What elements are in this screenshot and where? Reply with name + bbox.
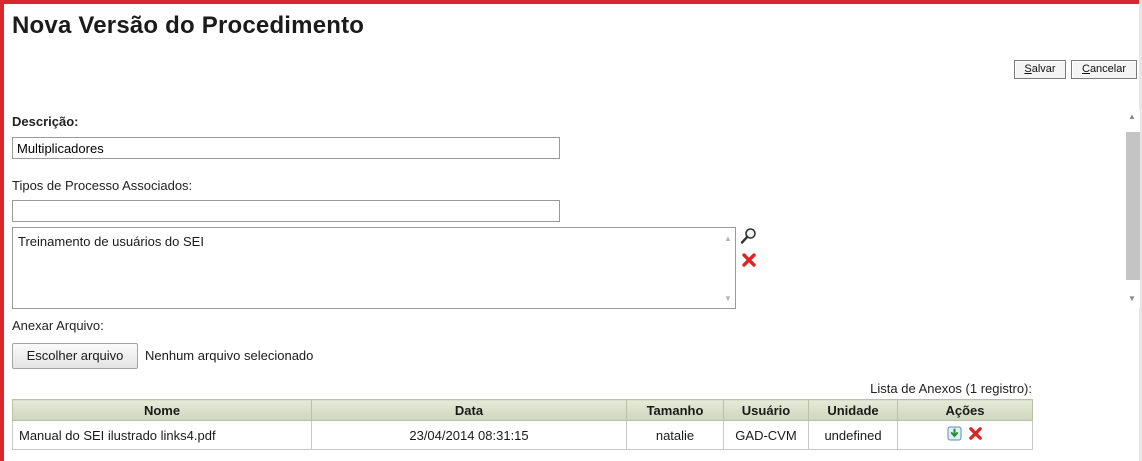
- scroll-down-icon[interactable]: ▼: [1128, 294, 1136, 303]
- column-header-nome[interactable]: Nome: [12, 399, 312, 421]
- process-types-listbox[interactable]: Treinamento de usuários do SEI ▲ ▼: [12, 227, 736, 309]
- column-header-acoes: Ações: [897, 399, 1033, 421]
- cell-unidade: undefined: [808, 420, 898, 450]
- page-scrollbar[interactable]: ▲ ▼: [1124, 110, 1140, 308]
- list-item[interactable]: Treinamento de usuários do SEI: [18, 234, 204, 249]
- attachments-table: Nome Data Tamanho Usuário Unidade Ações …: [12, 399, 1033, 450]
- description-label: Descrição:: [12, 114, 79, 129]
- column-header-usuario[interactable]: Usuário: [723, 399, 809, 421]
- process-types-input[interactable]: [12, 200, 560, 222]
- cell-usuario: GAD-CVM: [723, 420, 809, 450]
- attach-label: Anexar Arquivo:: [12, 318, 104, 333]
- choose-file-button[interactable]: Escolher arquivo: [12, 343, 138, 369]
- column-header-tamanho[interactable]: Tamanho: [626, 399, 724, 421]
- scroll-up-icon[interactable]: ▲: [1128, 112, 1136, 121]
- column-header-unidade[interactable]: Unidade: [808, 399, 898, 421]
- cell-acoes: [897, 420, 1033, 450]
- process-types-label: Tipos de Processo Associados:: [12, 178, 193, 193]
- download-icon[interactable]: [947, 426, 962, 444]
- cell-tamanho: natalie: [626, 420, 724, 450]
- table-row: Manual do SEI ilustrado links4.pdf 23/04…: [12, 420, 1033, 450]
- page-title: Nova Versão do Procedimento: [12, 12, 365, 39]
- scroll-up-icon[interactable]: ▲: [724, 234, 732, 243]
- listbox-scrollbar[interactable]: ▲ ▼: [721, 228, 735, 308]
- table-header-row: Nome Data Tamanho Usuário Unidade Ações: [12, 399, 1033, 421]
- attachments-caption: Lista de Anexos (1 registro):: [870, 381, 1032, 396]
- save-button[interactable]: Salvar: [1014, 60, 1066, 79]
- file-status-text: Nenhum arquivo selecionado: [145, 348, 314, 363]
- scroll-down-icon[interactable]: ▼: [724, 294, 732, 303]
- column-header-data[interactable]: Data: [311, 399, 627, 421]
- row-actions: [947, 426, 983, 444]
- red-x-icon[interactable]: [741, 252, 757, 273]
- cancel-button[interactable]: Cancelar: [1071, 60, 1137, 79]
- magnifier-icon[interactable]: [740, 227, 758, 250]
- cell-nome: Manual do SEI ilustrado links4.pdf: [12, 420, 312, 450]
- cell-data: 23/04/2014 08:31:15: [311, 420, 627, 450]
- description-input[interactable]: [12, 137, 560, 159]
- red-x-icon[interactable]: [968, 426, 983, 444]
- scrollbar-thumb[interactable]: [1126, 132, 1140, 280]
